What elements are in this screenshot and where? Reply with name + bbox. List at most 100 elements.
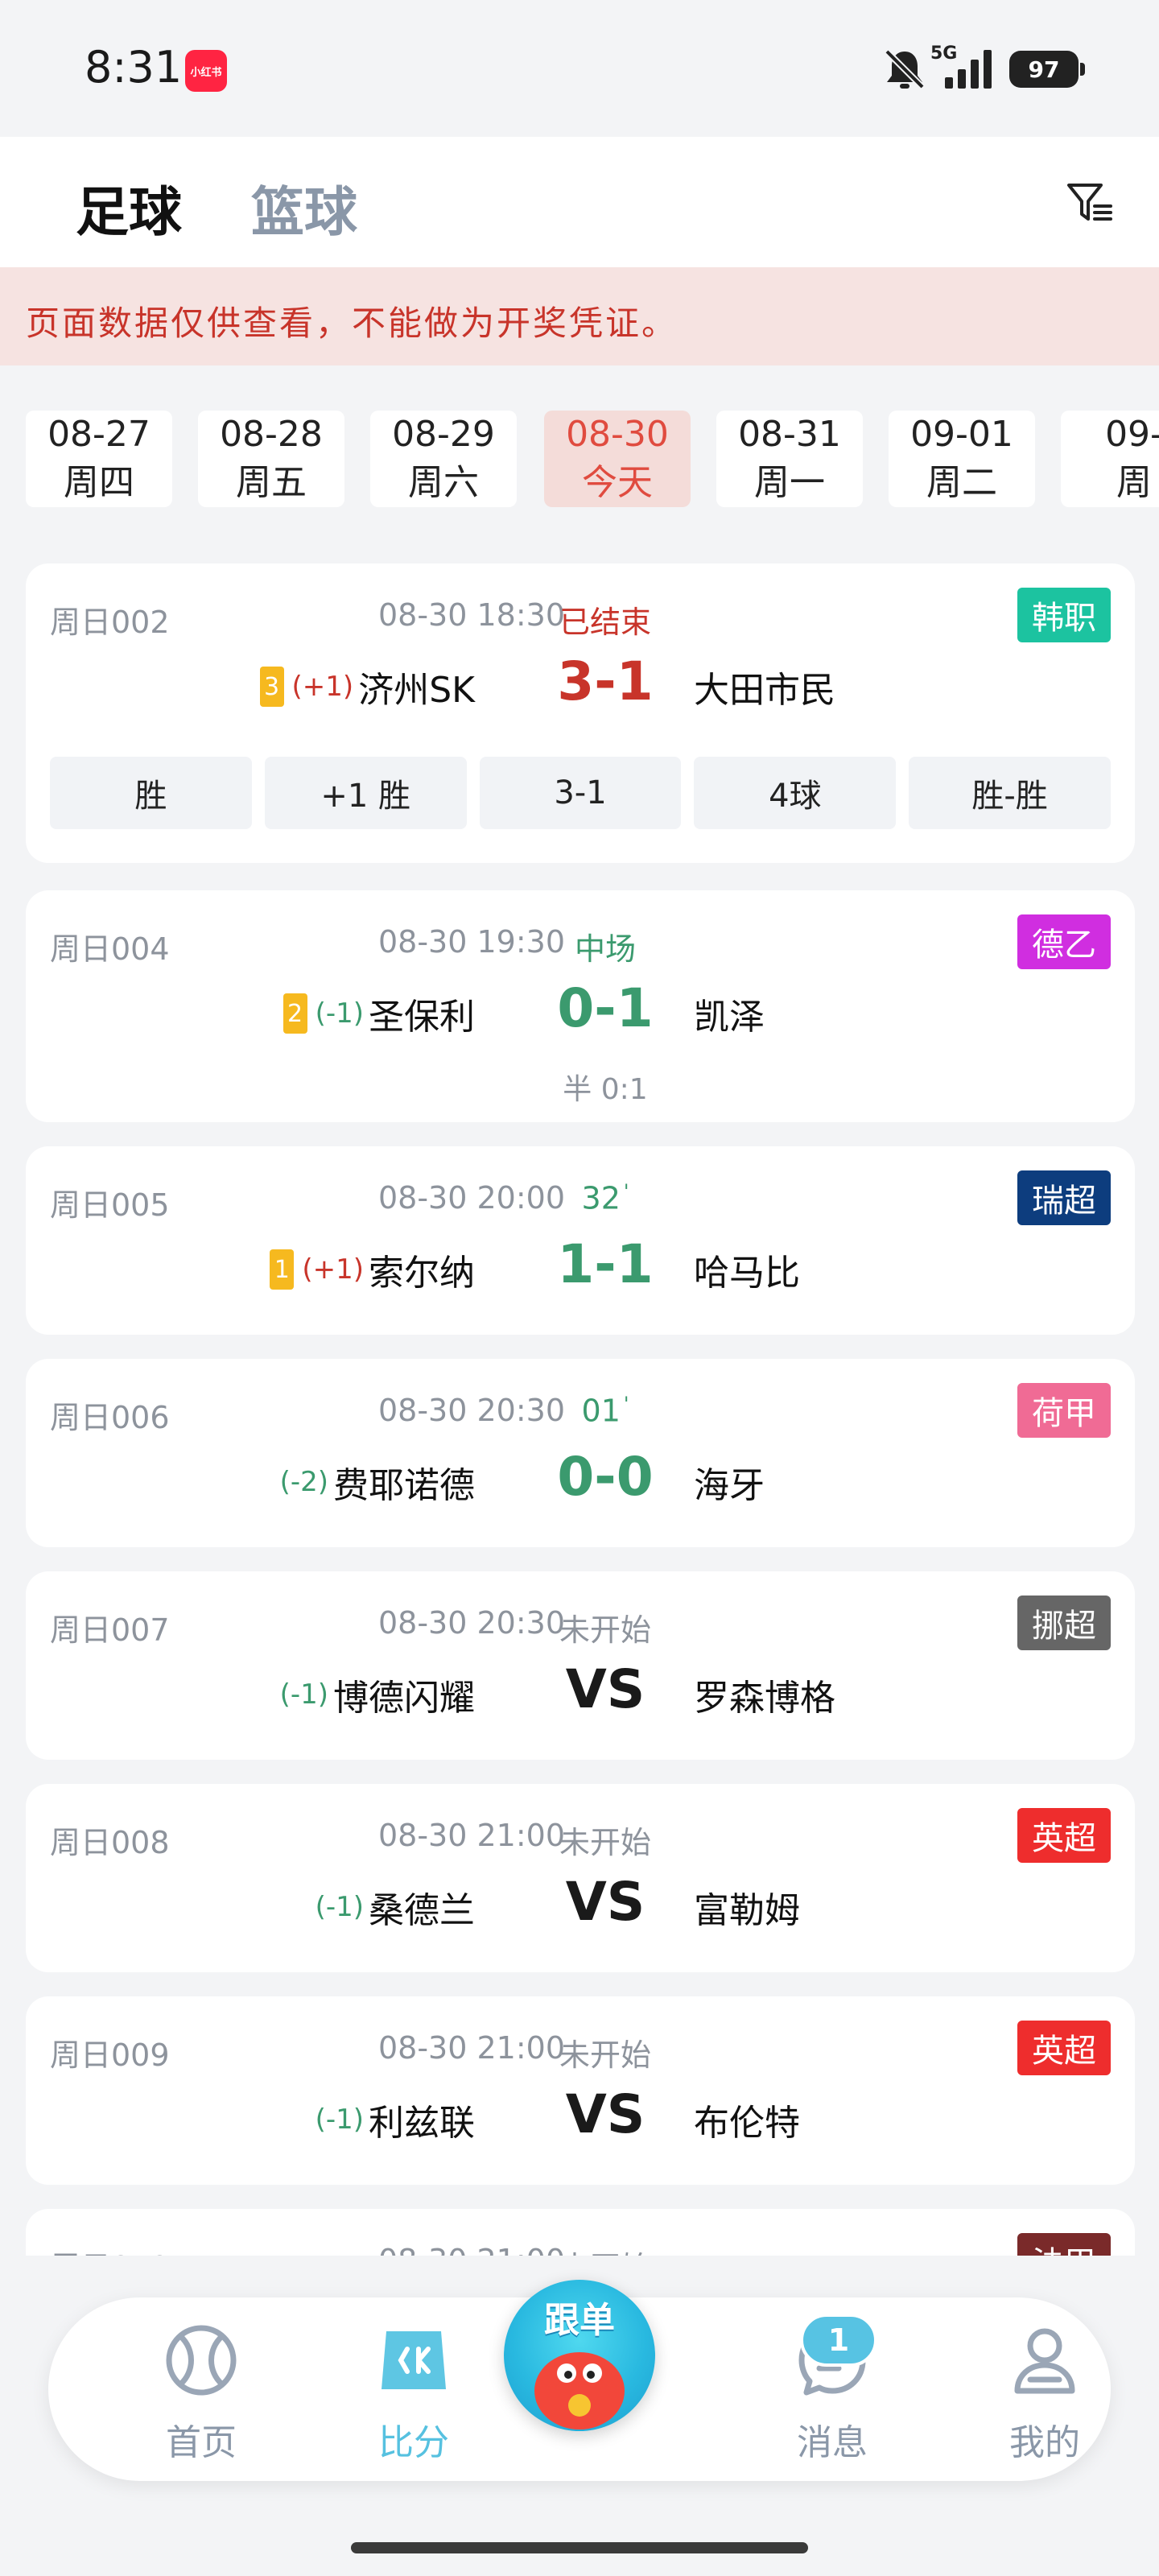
league-badge: 英超 (1017, 1808, 1111, 1863)
match-status: 未开始 (460, 1605, 750, 1649)
date-item-6[interactable]: 09- 周 (1061, 411, 1159, 507)
away-team-name: 布伦特 (694, 2103, 800, 2144)
match-list: 周日002 08-30 18:30 已结束 韩职 3 (+1) 济州SK 3-1 大田市民胜 +1… (0, 555, 1159, 2256)
date-label: 08-30 (566, 414, 669, 455)
match-code: 周日009 (50, 2037, 170, 2073)
date-item-1[interactable]: 08-28 周五 (198, 411, 344, 507)
home-indicator[interactable] (351, 2542, 808, 2553)
match-status: 中场 (460, 924, 750, 968)
message-count-badge: 1 (800, 2314, 877, 2367)
handicap-label: (+1) (302, 1253, 364, 1286)
nav-follow[interactable]: 跟单 (504, 2280, 655, 2431)
nav-score[interactable]: 比分 (333, 2314, 494, 2475)
signal-strength-icon (943, 50, 995, 89)
match-card[interactable]: 周日01008-30 21:00未开始法甲 (26, 2209, 1135, 2256)
nav-home-label: 首页 (166, 2422, 237, 2463)
away-team-name: 富勒姆 (694, 1890, 800, 1931)
date-label: 08-29 (392, 414, 495, 455)
match-code: 周日004 (50, 931, 170, 967)
tennis-ball-icon (166, 2325, 237, 2396)
match-status: 已结束 (460, 597, 750, 642)
nav-score-label: 比分 (378, 2422, 449, 2463)
mascot-icon (534, 2352, 625, 2429)
home-team: (-1) 博德闪耀 (280, 1666, 475, 1723)
away-team: 大田市民 (694, 658, 835, 715)
away-team-name: 海牙 (694, 1465, 765, 1506)
date-label: 08-27 (47, 414, 151, 455)
home-team: (-1) 利兹联 (316, 2091, 475, 2148)
filter-icon[interactable] (1064, 177, 1116, 229)
home-team: 2 (-1) 圣保利 (283, 985, 475, 1042)
home-team-name: 索尔纳 (369, 1253, 475, 1294)
rank-badge: 1 (270, 1249, 295, 1290)
weekday-label: 周六 (408, 462, 479, 503)
result-row: 胜 +1 胜 3-1 4球 胜-胜 (50, 757, 1111, 829)
home-team: (-2) 费耶诺德 (280, 1454, 475, 1510)
match-status: 32 ' (460, 1180, 750, 1216)
league-badge: 挪超 (1017, 1596, 1111, 1650)
home-team: 3 (+1) 济州SK (259, 658, 475, 715)
weekday-label: 周 (1116, 462, 1152, 503)
match-status: 未开始 (460, 2030, 750, 2074)
match-status-text: 未开始 (559, 2037, 651, 2073)
match-card[interactable]: 周日009 08-30 21:00 未开始 英超 (-1) 利兹联 VS 布伦特 (26, 1996, 1135, 2185)
minute-mark: ' (623, 1180, 629, 1203)
result-cell: 胜 (50, 757, 252, 829)
away-team: 布伦特 (694, 2091, 800, 2148)
date-item-4[interactable]: 08-31 周一 (716, 411, 863, 507)
nav-home[interactable]: 首页 (121, 2314, 282, 2475)
date-item-2[interactable]: 08-29 周六 (370, 411, 517, 507)
away-team-name: 大田市民 (694, 670, 835, 711)
battery-level: 97 (1009, 51, 1085, 88)
league-badge: 韩职 (1017, 588, 1111, 642)
match-status: 未开始 (460, 2243, 750, 2256)
away-team: 凯泽 (694, 985, 765, 1042)
home-team-name: 圣保利 (369, 997, 475, 1038)
result-cell: +1 胜 (264, 757, 467, 829)
home-team: 1 (+1) 索尔纳 (270, 1241, 475, 1298)
weekday-label: 周一 (754, 462, 825, 503)
match-status-text: 01 (581, 1393, 621, 1429)
nav-profile[interactable]: 我的 (964, 2314, 1125, 2475)
date-item-0[interactable]: 08-27 周四 (26, 411, 172, 507)
handicap-label: (-1) (315, 1891, 364, 1923)
header: 足球 篮球 (0, 137, 1159, 267)
home-team-name: 济州SK (358, 670, 475, 711)
match-card[interactable]: 周日005 08-30 20:00 32 ' 瑞超 1 (+1) 索尔纳 1-1 哈马比 (26, 1146, 1135, 1335)
away-team: 罗森博格 (694, 1666, 835, 1723)
match-card[interactable]: 周日004 08-30 19:30 中场 德乙 2 (-1) 圣保利 0-1 凯泽半 0:1 (26, 890, 1135, 1122)
match-status-text: 未开始 (559, 1612, 651, 1648)
nav-pill: 首页 比分 跟单 消息 1 我的 (48, 2280, 1111, 2481)
match-code: 周日010 (50, 2243, 170, 2256)
score-icon (382, 2331, 446, 2389)
home-team: (-1) 桑德兰 (316, 1879, 475, 1935)
tab-football[interactable]: 足球 (76, 169, 182, 246)
league-badge: 法甲 (1017, 2233, 1111, 2256)
match-status-text: 已结束 (559, 605, 651, 640)
rank-badge: 3 (259, 667, 284, 707)
date-item-3[interactable]: 08-30 今天 (544, 411, 691, 507)
match-card[interactable]: 周日007 08-30 20:30 未开始 挪超 (-1) 博德闪耀 VS 罗森博格 (26, 1571, 1135, 1760)
result-cell: 胜-胜 (909, 757, 1111, 829)
home-team-name: 利兹联 (369, 2103, 475, 2144)
minute-mark: ' (623, 1393, 629, 1415)
away-team: 海牙 (694, 1454, 765, 1510)
match-code: 周日007 (50, 1612, 170, 1648)
match-card[interactable]: 周日006 08-30 20:30 01 ' 荷甲 (-2) 费耶诺德 0-0 海牙 (26, 1359, 1135, 1547)
handicap-label: (-1) (279, 1678, 328, 1711)
date-item-5[interactable]: 09-01 周二 (889, 411, 1035, 507)
weekday-label: 今天 (582, 462, 653, 503)
league-badge: 瑞超 (1017, 1170, 1111, 1225)
away-team-name: 哈马比 (694, 1253, 800, 1294)
match-card[interactable]: 周日002 08-30 18:30 已结束 韩职 3 (+1) 济州SK 3-1 大田市民胜 +1… (26, 564, 1135, 863)
tab-basketball[interactable]: 篮球 (251, 169, 357, 246)
away-team: 富勒姆 (694, 1879, 800, 1935)
match-status-text: 32 (581, 1180, 621, 1216)
date-label: 09- (1105, 414, 1159, 455)
status-bar: 8:31 小红书 5G 97 (0, 0, 1159, 137)
date-label: 08-28 (220, 414, 323, 455)
match-card[interactable]: 周日008 08-30 21:00 未开始 英超 (-1) 桑德兰 VS 富勒姆 (26, 1784, 1135, 1972)
handicap-label: (-1) (315, 2103, 364, 2136)
nav-profile-label: 我的 (1009, 2422, 1080, 2463)
bottom-navigation: 首页 比分 跟单 消息 1 我的 (0, 2256, 1159, 2576)
